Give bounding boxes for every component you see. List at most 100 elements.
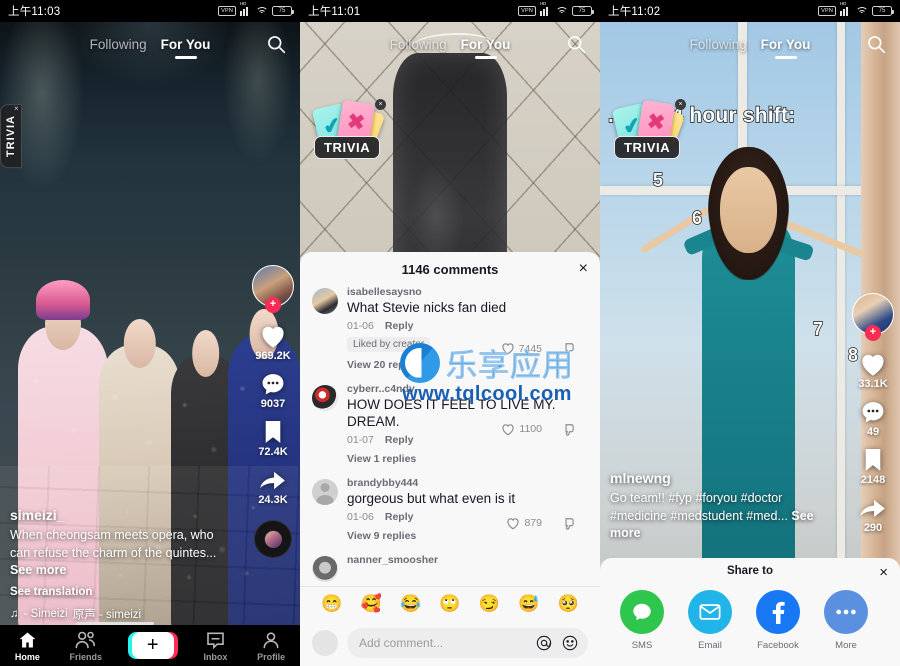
bookmark-count: 72.4K — [258, 446, 288, 458]
signal-icon: HD — [240, 1, 251, 16]
comment-avatar[interactable] — [312, 555, 338, 582]
avatar[interactable]: + — [852, 293, 894, 341]
comment-username[interactable]: nanner_smoosher — [347, 554, 588, 566]
comments-list[interactable]: isabellesaysno What Stevie nicks fan die… — [300, 286, 600, 585]
view-replies-link[interactable]: View 1 replies — [347, 453, 588, 465]
caption-username[interactable]: simeizi_ — [10, 507, 232, 523]
phone-panel-middle: 上午11:01 VPN HD 75 Following For You ✔ ✖ … — [300, 0, 600, 666]
like-button[interactable]: 969.2K — [255, 323, 291, 362]
comment-dislike[interactable] — [562, 517, 576, 536]
emoji-3[interactable]: 🙄 — [439, 594, 460, 614]
nav-profile[interactable]: Profile — [257, 630, 285, 662]
nav-friends-label: Friends — [69, 651, 103, 662]
nav-home[interactable]: Home — [15, 630, 40, 662]
see-more-link[interactable]: See more — [10, 563, 66, 577]
comment-button[interactable]: 9037 — [260, 372, 286, 410]
share-option-sms[interactable]: SMS — [616, 590, 668, 651]
comment-like[interactable]: 879 — [506, 517, 542, 530]
tab-following[interactable]: Following — [690, 37, 747, 52]
share-button[interactable]: 290 — [859, 496, 887, 534]
comment-text: What Stevie nicks fan died — [347, 300, 507, 315]
comment-like[interactable]: 1100 — [501, 423, 542, 436]
avatar[interactable]: + — [252, 265, 294, 313]
search-icon[interactable] — [566, 34, 586, 54]
trivia-close-icon[interactable]: × — [675, 99, 686, 110]
music-row[interactable]: ♫ - Simeizi 原声 - simeizi — [10, 606, 232, 622]
trivia-badge[interactable]: ✔ ✖ × TRIVIA — [311, 99, 392, 162]
view-replies-link[interactable]: View 20 replies — [347, 359, 588, 371]
search-icon[interactable] — [266, 34, 286, 54]
comment-like-count: 1100 — [519, 423, 542, 436]
thumbs-down-icon — [565, 424, 574, 436]
comment-item: isabellesaysno What Stevie nicks fan die… — [312, 286, 588, 383]
tab-for-you[interactable]: For You — [161, 37, 211, 52]
comment-item: nanner_smoosher — [312, 554, 588, 585]
music-note-icon: ♫ — [10, 608, 19, 620]
tab-for-you[interactable]: For You — [461, 37, 511, 52]
close-icon[interactable]: × — [879, 564, 888, 581]
person-face — [720, 166, 777, 254]
follow-button[interactable]: + — [865, 325, 881, 341]
emoji-6[interactable]: 🥺 — [558, 594, 579, 614]
emoji-2[interactable]: 😂 — [400, 594, 421, 614]
tab-for-you[interactable]: For You — [761, 37, 811, 52]
comment-avatar[interactable] — [312, 288, 338, 314]
tab-following[interactable]: Following — [90, 37, 147, 52]
comment-like[interactable]: 7445 — [501, 342, 542, 355]
trivia-badge[interactable]: ✔ ✖ × TRIVIA — [611, 99, 692, 162]
create-plus-icon[interactable]: + — [127, 632, 178, 659]
comment-button[interactable]: 49 — [860, 400, 886, 438]
comment-reply-link[interactable]: Reply — [385, 320, 414, 332]
comment-username[interactable]: cyberr..c4ndy — [347, 383, 588, 395]
nav-friends[interactable]: Friends — [69, 630, 103, 662]
emoji-1[interactable]: 🥰 — [361, 594, 382, 614]
see-translation-link[interactable]: See translation — [10, 586, 232, 598]
comment-username[interactable]: brandybby444 — [347, 477, 588, 489]
share-option-facebook[interactable]: Facebook — [752, 590, 804, 651]
share-option-more[interactable]: More — [820, 590, 872, 651]
thumbs-down-icon — [565, 517, 574, 530]
phone-panel-right: 上午11:02 VPN HD 75 Following For You ...t… — [600, 0, 900, 666]
bookmark-button[interactable]: 72.4K — [258, 420, 288, 458]
comment-date: 01-06 — [347, 510, 374, 523]
share-option-label: More — [835, 640, 857, 651]
overlay-number-5: 5 — [652, 169, 664, 190]
comment-username[interactable]: isabellesaysno — [347, 286, 588, 298]
comment-avatar[interactable] — [312, 384, 338, 411]
emoji-picker-icon[interactable] — [562, 635, 578, 651]
bookmark-button[interactable]: 2148 — [861, 448, 885, 486]
trivia-tab[interactable]: TRIVIA — [0, 104, 22, 169]
emoji-0[interactable]: 😁 — [321, 594, 342, 614]
caption-username[interactable]: mlnewng — [610, 470, 820, 486]
comment-reply-link[interactable]: Reply — [385, 434, 414, 446]
status-bar: 上午11:01 VPN HD 75 — [300, 0, 600, 22]
share-option-email[interactable]: Email — [684, 590, 736, 651]
share-option-label: Facebook — [757, 640, 799, 651]
search-icon[interactable] — [866, 34, 886, 54]
nav-inbox[interactable]: Inbox — [203, 630, 227, 662]
emoji-4[interactable]: 😏 — [479, 594, 500, 614]
current-user-avatar — [312, 630, 338, 656]
trivia-close-icon[interactable]: × — [14, 104, 19, 113]
view-replies-link[interactable]: View 9 replies — [347, 530, 588, 542]
overlay-number-6: 6 — [691, 207, 703, 228]
nav-create[interactable]: + — [127, 632, 178, 659]
comment-reply-link[interactable]: Reply — [385, 511, 414, 523]
comment-dislike[interactable] — [562, 342, 576, 361]
trivia-close-icon[interactable]: × — [375, 99, 386, 110]
comment-input[interactable]: Add comment... — [347, 628, 588, 658]
follow-button[interactable]: + — [265, 297, 281, 313]
comment-icon — [860, 400, 886, 425]
close-icon[interactable]: × — [579, 261, 588, 277]
music-disc[interactable] — [254, 520, 292, 558]
action-rail: + 969.2K 9037 72.4K 24.3K — [252, 265, 294, 558]
emoji-5[interactable]: 😅 — [518, 594, 539, 614]
heart-icon — [502, 424, 515, 436]
like-button[interactable]: 33.1K — [858, 351, 888, 390]
comment-avatar[interactable] — [312, 478, 338, 505]
share-button[interactable]: 24.3K — [258, 468, 288, 506]
at-mention-icon[interactable] — [536, 635, 552, 651]
comment-dislike[interactable] — [562, 423, 576, 442]
wifi-icon — [555, 6, 568, 16]
tab-following[interactable]: Following — [390, 37, 447, 52]
